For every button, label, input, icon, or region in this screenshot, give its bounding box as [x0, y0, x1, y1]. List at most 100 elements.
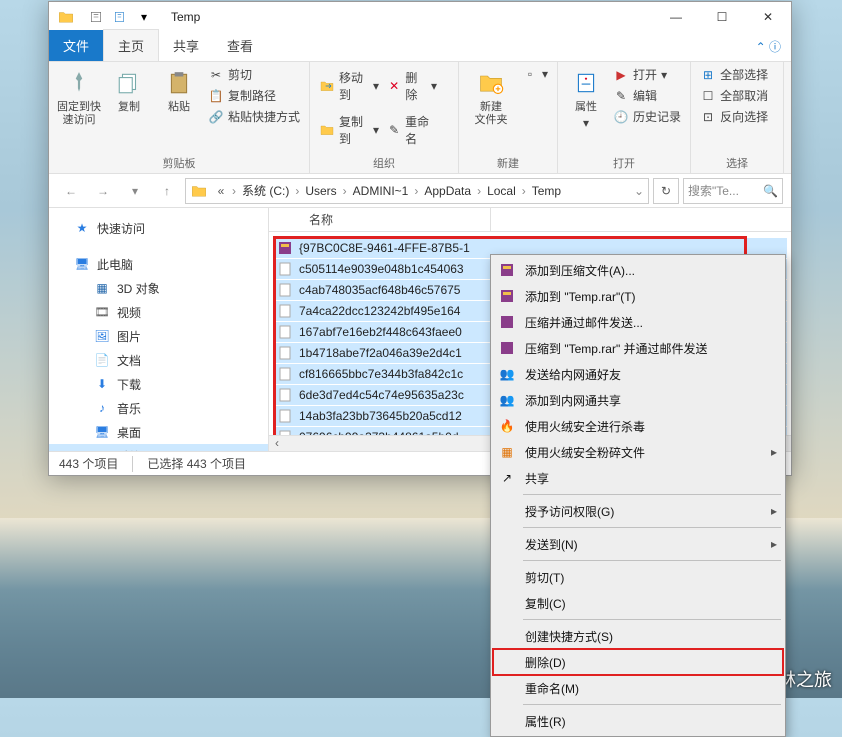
help-icon[interactable]: ⌃ ⓘ — [746, 32, 791, 61]
ctx-scan[interactable]: 🔥使用火绒安全进行杀毒 — [493, 413, 783, 439]
qat-dropdown[interactable]: ▾ — [133, 6, 155, 28]
paste-button[interactable]: 粘贴 — [155, 65, 203, 151]
ctx-add-temp-rar[interactable]: 添加到 "Temp.rar"(T) — [493, 283, 783, 309]
sidebar-videos[interactable]: 🎞视频 — [49, 300, 268, 324]
sidebar-3d[interactable]: ▦3D 对象 — [49, 276, 268, 300]
pictures-icon: 🖼 — [93, 327, 111, 345]
copyto-button[interactable]: 复制到▾ — [316, 109, 382, 151]
titlebar: ▾ Temp — ☐ ✕ — [49, 2, 791, 32]
file-icon — [277, 261, 293, 277]
moveto-button[interactable]: 移动到▾ — [316, 65, 382, 107]
edit-icon: ✎ — [613, 88, 629, 104]
tab-view[interactable]: 查看 — [213, 30, 267, 61]
status-count: 443 个项目 — [59, 455, 118, 472]
lan-share-icon: 👥 — [497, 391, 517, 409]
tab-share[interactable]: 共享 — [159, 30, 213, 61]
moveto-icon — [319, 78, 335, 94]
ctx-rename[interactable]: 重命名(M) — [493, 675, 783, 701]
ctx-shortcut[interactable]: 创建快捷方式(S) — [493, 623, 783, 649]
tab-home[interactable]: 主页 — [103, 29, 159, 61]
ctx-shred[interactable]: ▦使用火绒安全粉碎文件▸ — [493, 439, 783, 465]
paste-icon — [163, 67, 195, 99]
rar-icon — [497, 339, 517, 357]
sidebar-this-pc[interactable]: 🖥此电脑 — [49, 252, 268, 276]
ctx-delete[interactable]: 删除(D) — [493, 649, 783, 675]
delete-button[interactable]: ✕删除▾ — [384, 65, 440, 107]
file-icon — [277, 282, 293, 298]
ctx-sendlan[interactable]: 👥发送给内网通好友 — [493, 361, 783, 387]
tab-file[interactable]: 文件 — [49, 30, 103, 61]
sidebar-music[interactable]: ♪音乐 — [49, 396, 268, 420]
copy-icon — [113, 67, 145, 99]
folder-icon — [57, 8, 75, 26]
properties-icon — [570, 67, 602, 99]
edit-button[interactable]: ✎编辑 — [610, 86, 684, 105]
music-icon: ♪ — [93, 399, 111, 417]
rename-button[interactable]: ✎重命名 — [384, 109, 440, 151]
ctx-grant-access[interactable]: 授予访问权限(G)▸ — [493, 498, 783, 524]
cut-button[interactable]: ✂剪切 — [205, 65, 303, 84]
sidebar: ★快速访问 🖥此电脑 ▦3D 对象 🎞视频 🖼图片 📄文档 ⬇下载 ♪音乐 🖥桌… — [49, 208, 269, 451]
delete-x-icon: ✕ — [387, 78, 401, 94]
navbar: ← → ▾ ↑ «› 系统 (C:)› Users› ADMINI~1› App… — [49, 174, 791, 208]
properties-button[interactable]: 属性▾ — [564, 65, 608, 151]
close-button[interactable]: ✕ — [745, 2, 791, 32]
invertsel-button[interactable]: ⊡反向选择 — [697, 107, 777, 126]
sidebar-desktop[interactable]: 🖥桌面 — [49, 420, 268, 444]
copypath-button[interactable]: 📋复制路径 — [205, 86, 303, 105]
file-icon — [277, 408, 293, 424]
selectnone-button[interactable]: ☐全部取消 — [697, 86, 777, 105]
file-name: 167abf7e16eb2f448c643faee0 — [299, 325, 462, 339]
recent-dropdown[interactable]: ▾ — [121, 177, 149, 205]
open-button[interactable]: ▶打开▾ — [610, 65, 684, 84]
docs-icon: 📄 — [93, 351, 111, 369]
file-icon — [277, 429, 293, 435]
sidebar-documents[interactable]: 📄文档 — [49, 348, 268, 372]
file-name: cf816665bbc7e344b3fa842c1c — [299, 367, 463, 381]
breadcrumb[interactable]: «› 系统 (C:)› Users› ADMINI~1› AppData› Lo… — [185, 178, 649, 204]
file-icon — [277, 345, 293, 361]
search-input[interactable]: 搜索"Te...🔍 — [683, 178, 783, 204]
forward-button[interactable]: → — [89, 177, 117, 205]
newfolder-icon — [475, 67, 507, 99]
file-icon — [277, 366, 293, 382]
pin-button[interactable]: 固定到快 速访问 — [55, 65, 103, 151]
qat-new[interactable] — [109, 6, 131, 28]
ctx-properties[interactable]: 属性(R) — [493, 708, 783, 734]
sidebar-cdrive[interactable]: 🖴系统 (C:) — [49, 444, 268, 451]
sidebar-downloads[interactable]: ⬇下载 — [49, 372, 268, 396]
file-icon — [277, 387, 293, 403]
ctx-compress-temp-mail[interactable]: 压缩到 "Temp.rar" 并通过邮件发送 — [493, 335, 783, 361]
selectall-button[interactable]: ⊞全部选择 — [697, 65, 777, 84]
up-button[interactable]: ↑ — [153, 177, 181, 205]
ctx-add-archive[interactable]: 添加到压缩文件(A)... — [493, 257, 783, 283]
ctx-addlanshare[interactable]: 👥添加到内网通共享 — [493, 387, 783, 413]
ctx-compress-mail[interactable]: 压缩并通过邮件发送... — [493, 309, 783, 335]
lan-icon: 👥 — [497, 365, 517, 383]
ctx-cut[interactable]: 剪切(T) — [493, 564, 783, 590]
newitem-icon: ▫ — [522, 66, 538, 82]
sidebar-quick-access[interactable]: ★快速访问 — [49, 216, 268, 240]
newfolder-button[interactable]: 新建 文件夹 — [465, 65, 517, 151]
minimize-button[interactable]: — — [653, 2, 699, 32]
copy-button[interactable]: 复制 — [105, 65, 153, 151]
maximize-button[interactable]: ☐ — [699, 2, 745, 32]
file-name: 14ab3fa23bb73645b20a5cd12 — [299, 409, 462, 423]
refresh-button[interactable]: ↻ — [653, 178, 679, 204]
new-misc-button[interactable]: ▫▾ — [519, 65, 551, 83]
pasteshortcut-button[interactable]: 🔗粘贴快捷方式 — [205, 107, 303, 126]
column-name[interactable]: 名称 — [301, 208, 491, 231]
ctx-sendto[interactable]: 发送到(N)▸ — [493, 531, 783, 557]
file-name: 6de3d7ed4c54c74e95635a23c — [299, 388, 464, 402]
ctx-share[interactable]: ↗共享 — [493, 465, 783, 491]
sidebar-pictures[interactable]: 🖼图片 — [49, 324, 268, 348]
shred-icon: ▦ — [497, 443, 517, 461]
history-button[interactable]: 🕘历史记录 — [610, 107, 684, 126]
bc-overflow[interactable]: « — [212, 184, 230, 198]
ctx-copy[interactable]: 复制(C) — [493, 590, 783, 616]
separator — [523, 527, 781, 528]
back-button[interactable]: ← — [57, 177, 85, 205]
rar-icon — [277, 240, 293, 256]
selectnone-icon: ☐ — [700, 88, 716, 104]
qat-properties[interactable] — [85, 6, 107, 28]
